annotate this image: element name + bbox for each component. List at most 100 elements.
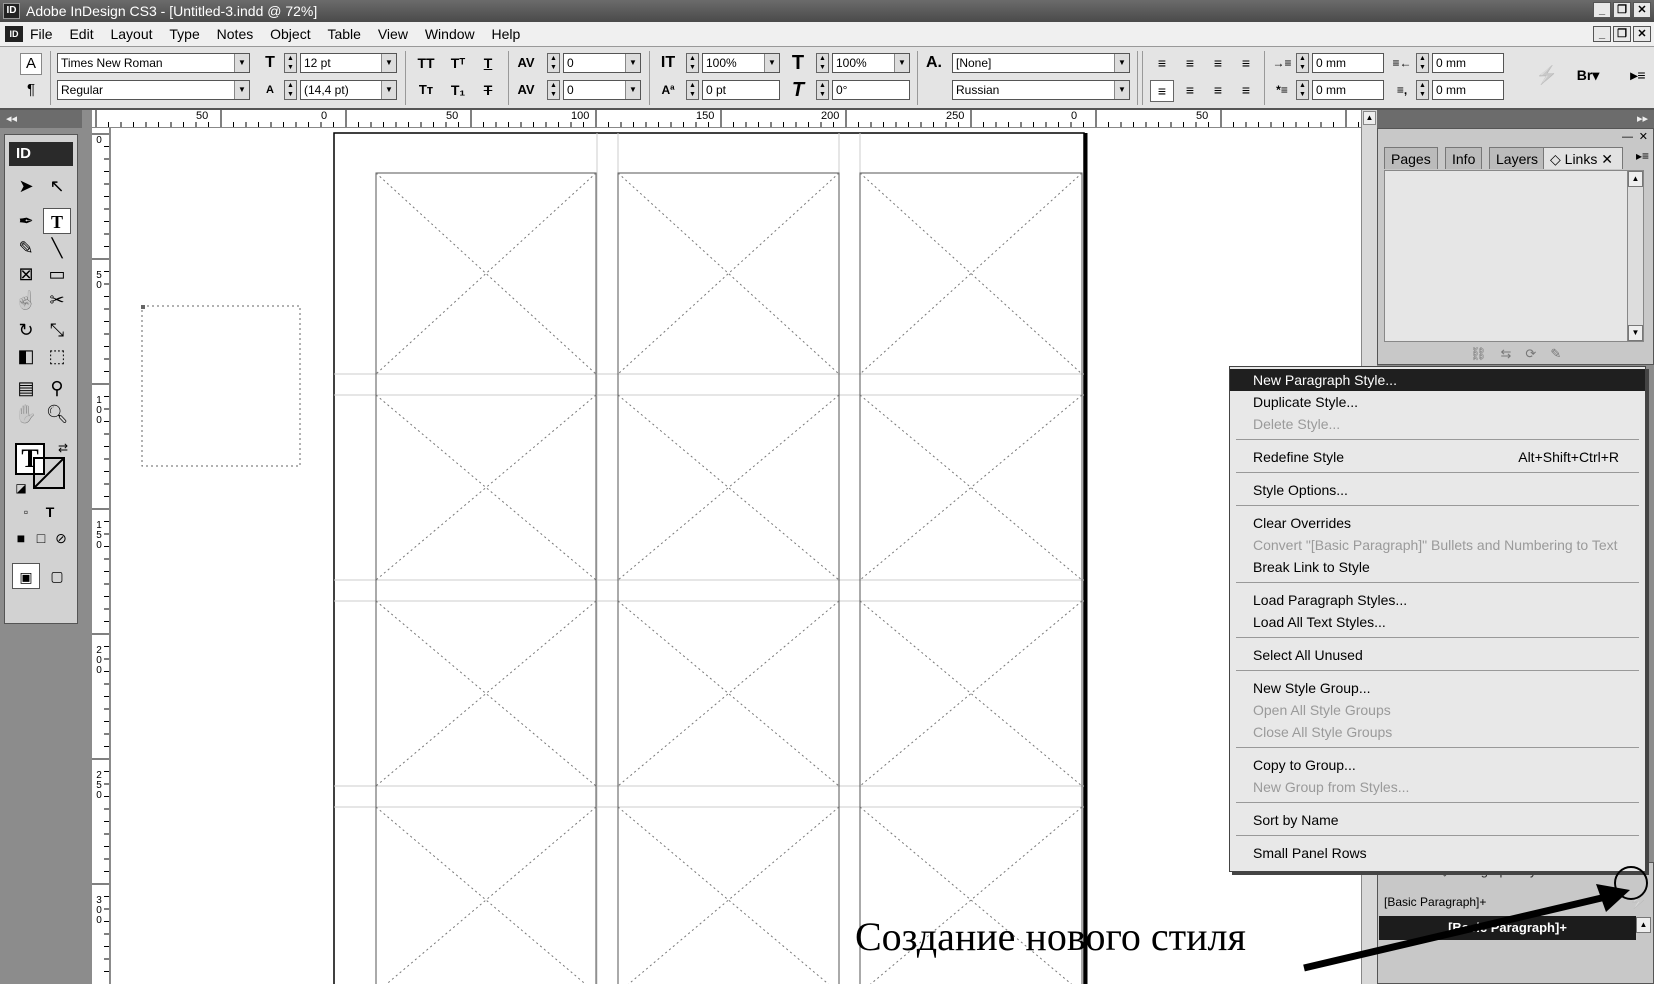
restore-button[interactable]: ❐ bbox=[1613, 2, 1631, 18]
small-caps-icon[interactable]: Tт bbox=[414, 80, 438, 100]
chevron-down-icon[interactable]: ▼ bbox=[234, 54, 249, 72]
font-family-field[interactable]: Times New Roman ▼ bbox=[57, 53, 250, 73]
left-indent-field[interactable]: 0 mm bbox=[1312, 53, 1384, 73]
menu-help[interactable]: Help bbox=[492, 22, 521, 47]
panel-minimize-icon[interactable]: — bbox=[1622, 131, 1633, 143]
spinner-arrows-icon[interactable]: ▲ ▼ bbox=[547, 53, 560, 73]
edit-original-icon[interactable]: ✎ bbox=[1550, 346, 1575, 361]
minimize-button[interactable]: _ bbox=[1593, 2, 1611, 18]
kerning-field[interactable]: 0 ▼ bbox=[563, 53, 641, 73]
subscript-icon[interactable]: T₁ bbox=[446, 80, 470, 100]
document-page[interactable] bbox=[111, 128, 1361, 984]
spinner-arrows-icon[interactable]: ▲ ▼ bbox=[284, 53, 297, 73]
chevron-down-icon[interactable]: ▼ bbox=[1114, 54, 1129, 72]
justify-right-icon[interactable]: ≡ bbox=[1234, 80, 1258, 100]
scroll-down-arrow-icon[interactable]: ▼ bbox=[1628, 325, 1643, 341]
vertical-scale-field[interactable]: 100% ▼ bbox=[702, 53, 780, 73]
rectangle-tool-icon[interactable]: ▭ bbox=[43, 261, 71, 287]
quick-apply-icon[interactable]: ⚡ bbox=[1535, 65, 1559, 85]
menu-item-new-style-group[interactable]: New Style Group... bbox=[1230, 677, 1645, 699]
panel-dock-collapse-bar[interactable]: ▸▸ bbox=[1377, 110, 1654, 128]
default-colors-icon[interactable]: ◪ bbox=[7, 475, 35, 501]
note-tool-icon[interactable]: ▤ bbox=[12, 375, 40, 401]
spinner-arrows-icon[interactable]: ▲ ▼ bbox=[1296, 53, 1309, 73]
gradient-tool-icon[interactable]: ◧ bbox=[12, 343, 40, 369]
menu-layout[interactable]: Layout bbox=[110, 22, 152, 47]
links-scrollbar[interactable]: ▲ ▼ bbox=[1627, 171, 1643, 341]
chevron-down-icon[interactable]: ▼ bbox=[625, 54, 640, 72]
tracking-field[interactable]: 0 ▼ bbox=[563, 80, 641, 100]
menu-item-duplicate-style[interactable]: Duplicate Style... bbox=[1230, 391, 1645, 413]
spinner-arrows-icon[interactable]: ▲ ▼ bbox=[686, 53, 699, 73]
close-button[interactable]: ✕ bbox=[1633, 2, 1651, 18]
character-mode-icon[interactable]: A bbox=[20, 53, 42, 75]
paragraph-mode-icon[interactable]: ¶ bbox=[20, 79, 42, 101]
apply-none-icon[interactable]: ⊘ bbox=[47, 525, 75, 551]
button-tool-icon[interactable]: ☝ bbox=[12, 287, 40, 313]
relink-icon[interactable]: ⛓ bbox=[1470, 346, 1501, 361]
menu-window[interactable]: Window bbox=[425, 22, 475, 47]
font-size-field[interactable]: 12 pt ▼ bbox=[300, 53, 397, 73]
first-line-indent-field[interactable]: 0 mm bbox=[1312, 80, 1384, 100]
chevron-down-icon[interactable]: ▼ bbox=[381, 54, 396, 72]
menu-item-copy-to-group[interactable]: Copy to Group... bbox=[1230, 754, 1645, 776]
spinner-arrows-icon[interactable]: ▲ ▼ bbox=[547, 80, 560, 100]
bridge-search-icon[interactable]: Br▾ bbox=[1570, 65, 1606, 85]
pencil-tool-icon[interactable]: ✎ bbox=[12, 235, 40, 261]
menu-table[interactable]: Table bbox=[327, 22, 360, 47]
tab-close-icon[interactable]: ✕ bbox=[1601, 151, 1613, 167]
font-style-field[interactable]: Regular ▼ bbox=[57, 80, 250, 100]
scissors-tool-icon[interactable]: ✂ bbox=[43, 287, 71, 313]
toolbox-collapse-bar[interactable]: ◂◂ bbox=[0, 110, 82, 128]
doc-close-button[interactable]: ✕ bbox=[1633, 26, 1651, 42]
menu-item-new-paragraph-style[interactable]: New Paragraph Style... bbox=[1230, 369, 1645, 391]
chevron-down-icon[interactable]: ▼ bbox=[234, 81, 249, 99]
stroke-swatch-icon[interactable] bbox=[33, 457, 65, 489]
menu-view[interactable]: View bbox=[378, 22, 408, 47]
panel-menu-icon[interactable]: ▸≡ bbox=[1626, 65, 1650, 85]
align-right-icon[interactable]: ≡ bbox=[1206, 53, 1230, 73]
spinner-arrows-icon[interactable]: ▲ ▼ bbox=[284, 80, 297, 100]
doc-restore-button[interactable]: ❐ bbox=[1613, 26, 1631, 42]
align-towards-spine-icon[interactable]: ≡ bbox=[1234, 53, 1258, 73]
menu-item-redefine-style[interactable]: Redefine Style Alt+Shift+Ctrl+R bbox=[1230, 446, 1645, 468]
preview-view-icon[interactable]: ▢ bbox=[43, 563, 71, 589]
swap-colors-icon[interactable]: ⇄ bbox=[49, 435, 77, 461]
direct-selection-tool-icon[interactable]: ↖ bbox=[43, 173, 71, 199]
spinner-arrows-icon[interactable]: ▲ ▼ bbox=[686, 80, 699, 100]
superscript-icon[interactable]: Tᵀ bbox=[446, 53, 470, 73]
chevron-down-icon[interactable]: ▼ bbox=[1114, 81, 1129, 99]
skew-field[interactable]: 0° bbox=[832, 80, 910, 100]
menu-item-load-all-text-styles[interactable]: Load All Text Styles... bbox=[1230, 611, 1645, 633]
menu-item-style-options[interactable]: Style Options... bbox=[1230, 479, 1645, 501]
language-field[interactable]: Russian ▼ bbox=[952, 80, 1130, 100]
leading-field[interactable]: (14,4 pt) ▼ bbox=[300, 80, 397, 100]
update-link-icon[interactable]: ⟳ bbox=[1525, 346, 1550, 361]
chevron-down-icon[interactable]: ▼ bbox=[625, 81, 640, 99]
menu-item-load-paragraph-styles[interactable]: Load Paragraph Styles... bbox=[1230, 589, 1645, 611]
formatting-text-icon[interactable]: T bbox=[36, 499, 64, 525]
menu-type[interactable]: Type bbox=[169, 22, 199, 47]
normal-view-icon[interactable]: ▣ bbox=[12, 563, 40, 589]
free-transform-tool-icon[interactable]: ⬚ bbox=[43, 343, 71, 369]
document-canvas[interactable] bbox=[111, 128, 1361, 984]
line-tool-icon[interactable]: ╲ bbox=[43, 235, 71, 261]
justify-left-icon[interactable]: ≡ bbox=[1150, 80, 1174, 102]
tab-layers[interactable]: Layers bbox=[1489, 147, 1546, 169]
spinner-arrows-icon[interactable]: ▲ ▼ bbox=[1416, 80, 1429, 100]
strikethrough-icon[interactable]: T bbox=[476, 80, 500, 100]
pen-tool-icon[interactable]: ✒ bbox=[12, 208, 40, 234]
menu-notes[interactable]: Notes bbox=[217, 22, 254, 47]
align-left-icon[interactable]: ≡ bbox=[1150, 53, 1174, 73]
zoom-tool-icon[interactable]: 🔍︎ bbox=[43, 401, 71, 427]
menu-file[interactable]: File bbox=[30, 22, 53, 47]
justify-all-icon[interactable]: ≡ bbox=[1206, 80, 1230, 100]
spinner-arrows-icon[interactable]: ▲ ▼ bbox=[1296, 80, 1309, 100]
chevron-down-icon[interactable]: ▼ bbox=[764, 54, 779, 72]
type-tool-icon[interactable]: T bbox=[43, 208, 71, 234]
menu-item-sort-by-name[interactable]: Sort by Name bbox=[1230, 809, 1645, 831]
scale-tool-icon[interactable]: ⤡ bbox=[43, 317, 71, 343]
menu-object[interactable]: Object bbox=[270, 22, 310, 47]
character-style-field[interactable]: [None] ▼ bbox=[952, 53, 1130, 73]
eyedropper-tool-icon[interactable]: ⚲ bbox=[43, 375, 71, 401]
